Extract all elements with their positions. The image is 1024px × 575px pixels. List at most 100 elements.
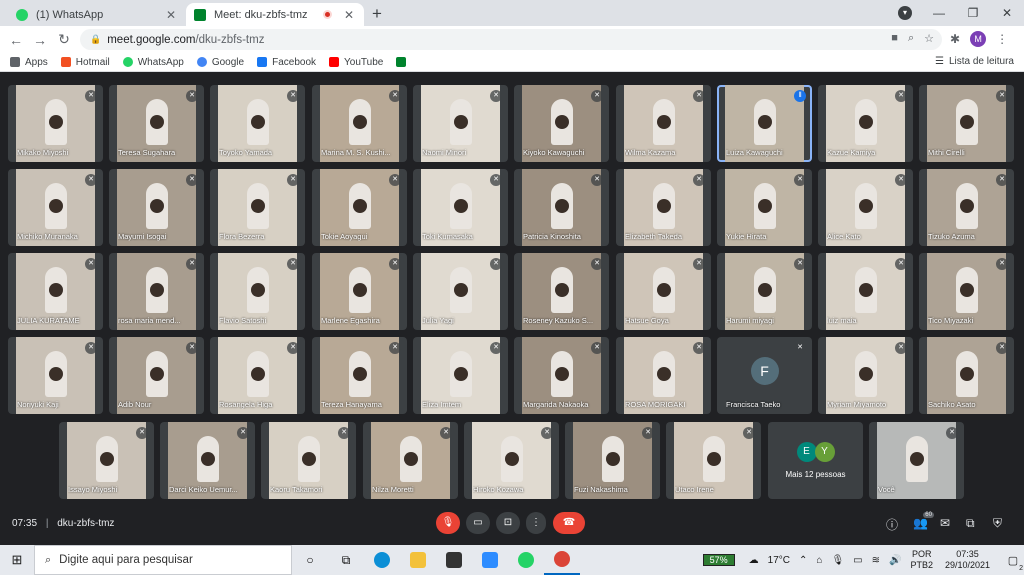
participant-tile[interactable]: ✕ Flavio Satoshi <box>210 253 305 330</box>
battery-icon[interactable]: ▭ <box>853 555 862 566</box>
chat-icon[interactable]: ✉ <box>940 516 950 530</box>
participant-tile[interactable]: ✕ Harumi miyagi <box>717 253 812 330</box>
participant-tile[interactable]: ✕ Toyoko Yamada <box>210 85 305 162</box>
participant-tile[interactable]: ✕ Tokie Aoyagui <box>312 169 407 246</box>
bookmark-apps[interactable]: Apps <box>10 57 48 68</box>
battery-indicator[interactable]: 57% <box>702 554 735 566</box>
language-indicator[interactable]: POR PTB2 <box>910 549 933 571</box>
maximize-icon[interactable]: ❐ <box>956 6 990 20</box>
volume-icon[interactable]: 🔊 <box>889 555 901 566</box>
tab-search-icon[interactable]: ▾ <box>898 6 912 20</box>
participant-tile[interactable]: ✕ ROSA MORIGAKI <box>616 337 711 414</box>
network-icon[interactable]: ⌂ <box>816 555 822 566</box>
address-bar[interactable]: 🔒 meet.google.com/dku-zbfs-tmz ■ ⌕ ☆ <box>80 29 942 50</box>
mic-off-button[interactable]: 🎙 <box>436 512 460 534</box>
notification-icon[interactable]: ▢ 2 <box>1002 554 1024 572</box>
participant-tile[interactable]: ✕ Kiyoko Kawaguchi <box>514 85 609 162</box>
participant-tile[interactable]: ✕ Tico Miyazaki <box>919 253 1014 330</box>
participant-tile[interactable]: ✕ JULIA KURATAME <box>8 253 103 330</box>
participant-tile[interactable]: ✕ Issayo Miyoshi <box>59 422 154 499</box>
minimize-icon[interactable]: — <box>922 6 956 20</box>
reading-list[interactable]: ☰ Lista de leitura <box>935 56 1014 67</box>
participant-tile[interactable]: ⦀ Luiza Kawaguchi <box>717 85 812 162</box>
participant-tile[interactable]: ✕ Naomi Minori <box>413 85 508 162</box>
participant-tile[interactable]: ✕ Roseney Kazuko S... <box>514 253 609 330</box>
more-options-button[interactable]: ⋮ <box>526 512 546 534</box>
participant-tile[interactable]: ✕ Tereza Hanayama <box>312 337 407 414</box>
new-tab-button[interactable]: + <box>372 4 382 24</box>
activities-icon[interactable]: ⧉ <box>966 516 975 531</box>
participant-tile[interactable]: ✕ Kaoru Takamori <box>261 422 356 499</box>
participant-tile[interactable]: ✕ Teresa Sugahara <box>109 85 204 162</box>
store-icon[interactable] <box>436 545 472 575</box>
participant-tile[interactable]: ✕ Mayumi Isogai <box>109 169 204 246</box>
participant-tile[interactable]: ✕ Sachiko Asato <box>919 337 1014 414</box>
windows-start-icon[interactable]: ⊞ <box>0 552 34 568</box>
chevron-up-icon[interactable]: ⌃ <box>799 555 807 566</box>
menu-icon[interactable]: ⋮ <box>996 32 1008 46</box>
weather-icon[interactable]: ☁ <box>749 555 759 566</box>
tab-meet[interactable]: Meet: dku-zbfs-tmz ✕ <box>186 3 364 26</box>
participant-tile[interactable]: ✕ Utaco Irene <box>666 422 761 499</box>
camera-button[interactable]: ▭ <box>466 512 490 534</box>
edge-icon[interactable] <box>364 545 400 575</box>
participant-tile[interactable]: ✕ Hiroko Kozawa <box>464 422 559 499</box>
present-button[interactable]: ⊡ <box>496 512 520 534</box>
participant-tile[interactable]: ✕ Adib Nour <box>109 337 204 414</box>
participant-tile[interactable]: ✕ Hatsue Goya <box>616 253 711 330</box>
bookmark-youtube[interactable]: YouTube <box>329 57 383 68</box>
participant-tile[interactable]: ✕ Fuzi Nakashima <box>565 422 660 499</box>
participant-tile[interactable]: ✕ Michiko Muranaka <box>8 169 103 246</box>
info-icon[interactable]: ⓘ <box>886 516 898 533</box>
participant-tile[interactable]: ✕ Yukie Hirata <box>717 169 812 246</box>
bookmark-whatsapp[interactable]: WhatsApp <box>122 57 184 68</box>
participant-tile[interactable]: ✕ Patricia Kinoshita <box>514 169 609 246</box>
close-window-icon[interactable]: ✕ <box>990 6 1024 20</box>
close-icon[interactable]: ✕ <box>342 8 356 22</box>
camera-icon[interactable]: ■ <box>891 32 898 45</box>
whatsapp-app-icon[interactable] <box>508 545 544 575</box>
participant-tile[interactable]: ✕ Flora Bezerra <box>210 169 305 246</box>
participant-tile[interactable]: ✕ Marina M. S. Kushi... <box>312 85 407 162</box>
participant-tile[interactable]: ✕ Eliza Imtem <box>413 337 508 414</box>
taskbar-search[interactable]: ⌕ Digite aqui para pesquisar <box>34 545 292 575</box>
tab-whatsapp[interactable]: (1) WhatsApp ✕ <box>8 3 186 26</box>
clock[interactable]: 07:35 29/10/2021 <box>945 549 990 571</box>
bookmark-star-icon[interactable]: ☆ <box>924 32 934 45</box>
bookmark-meet[interactable] <box>396 57 411 67</box>
participant-tile[interactable]: ✕ Toki Kumasaka <box>413 169 508 246</box>
profile-avatar[interactable]: M <box>970 31 987 47</box>
self-view-tile[interactable]: ✕ Você <box>869 422 964 499</box>
back-icon[interactable]: ← <box>4 32 28 48</box>
participant-tile[interactable]: ✕ Elizabeth Takeda <box>616 169 711 246</box>
participant-tile[interactable]: ✕ Noriyuki Kaji <box>8 337 103 414</box>
temperature[interactable]: 17°C <box>768 555 790 566</box>
participant-tile[interactable]: ✕ Darci Keiko Uemur... <box>160 422 255 499</box>
participant-tile[interactable]: ✕ Myriam Miyamoto <box>818 337 913 414</box>
bookmark-google[interactable]: Google <box>196 57 244 68</box>
host-controls-icon[interactable]: ⛨ <box>993 516 1002 531</box>
participant-tile[interactable]: ✕ Julia Yagi <box>413 253 508 330</box>
participant-tile[interactable]: ✕ luiz maia <box>818 253 913 330</box>
participant-tile[interactable]: ✕ Mithi Cirelli <box>919 85 1014 162</box>
wifi-icon[interactable]: ≋ <box>872 555 880 566</box>
bookmark-hotmail[interactable]: Hotmail <box>60 57 110 68</box>
mic-icon[interactable]: 🎙 <box>831 555 844 566</box>
participant-tile[interactable]: ✕ Tizuko Azuma <box>919 169 1014 246</box>
participant-tile[interactable]: ✕ Alice Kato <box>818 169 913 246</box>
chrome-icon[interactable] <box>544 545 580 575</box>
participant-tile[interactable]: ✕ Mikako Miyoshi <box>8 85 103 162</box>
participant-tile[interactable]: ✕ Kazue Kamiya <box>818 85 913 162</box>
bookmark-facebook[interactable]: Facebook <box>257 57 316 68</box>
file-explorer-icon[interactable] <box>400 545 436 575</box>
participant-tile[interactable]: ✕ Rosangela Higa <box>210 337 305 414</box>
zoom-app-icon[interactable] <box>472 545 508 575</box>
participant-tile[interactable]: ✕ Margarida Nakaoka <box>514 337 609 414</box>
cortana-icon[interactable]: ○ <box>292 545 328 575</box>
more-participants-tile[interactable]: E Y Mais 12 pessoas <box>768 422 863 499</box>
leave-call-button[interactable]: ☎ <box>553 512 585 534</box>
participant-tile[interactable]: ✕ rosa maria mend... <box>109 253 204 330</box>
reload-icon[interactable]: ↻ <box>52 31 76 48</box>
task-view-icon[interactable]: ⧉ <box>328 545 364 575</box>
forward-icon[interactable]: → <box>28 32 52 48</box>
